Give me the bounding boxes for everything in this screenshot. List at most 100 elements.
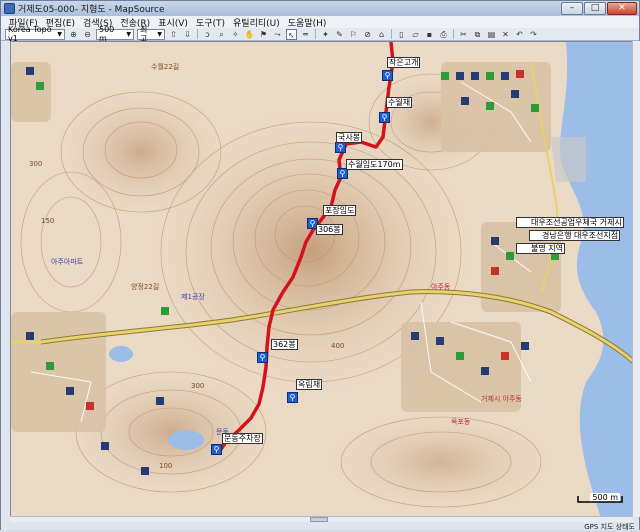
building-icon xyxy=(26,67,34,75)
route-label-pass1[interactable]: 수월재 xyxy=(386,97,413,108)
park-icon xyxy=(486,72,494,80)
center-icon[interactable]: ⌂ xyxy=(376,29,387,40)
paste-icon[interactable]: ▤ xyxy=(486,29,497,40)
building-icon xyxy=(481,367,489,375)
building-icon xyxy=(511,90,519,98)
road-label: 양정22길 xyxy=(131,283,160,291)
toolbar-separator xyxy=(197,29,198,39)
route-label-peak362[interactable]: 362봉 xyxy=(271,339,298,350)
menu-bar: 파일(F) 편집(E) 검색(S) 전송(R) 표시(V) 도구(T) 유틸리티… xyxy=(1,16,639,29)
shipyard-post-office-label[interactable]: 대우조선공업우체국 거제시 xyxy=(516,217,624,228)
hiker-icon[interactable]: ⚲ xyxy=(335,142,346,153)
route-label-start[interactable]: 작은고개 xyxy=(387,57,421,68)
close-button[interactable]: ✕ xyxy=(607,2,637,15)
menu-help[interactable]: 도움말(H) xyxy=(284,16,331,29)
copy-icon[interactable]: ⧉ xyxy=(472,29,483,40)
place-label: 아주동 xyxy=(431,283,451,291)
hill-shade xyxy=(321,407,561,516)
measure-tool-icon[interactable]: ═ xyxy=(300,29,311,40)
mapsource-window: 거제도05-000- 지형도 - MapSource – □ ✕ 파일(F) 편… xyxy=(0,0,640,531)
contour-label: 150 xyxy=(41,217,55,225)
save-file-icon[interactable]: ▪ xyxy=(424,29,435,40)
route-tool-icon[interactable]: ⤳ xyxy=(272,29,283,40)
place-label: 제1공장 xyxy=(181,293,205,301)
building-icon xyxy=(501,72,509,80)
chevron-down-icon: ▼ xyxy=(57,30,62,38)
contour-label: 300 xyxy=(29,160,43,168)
park-icon xyxy=(46,362,54,370)
hiker-icon[interactable]: ⚲ xyxy=(287,392,298,403)
building-icon xyxy=(491,237,499,245)
hiker-icon[interactable]: ⚲ xyxy=(382,70,393,81)
route-label-peak306[interactable]: 306봉 xyxy=(316,224,343,235)
route-label-point170[interactable]: 수월임도170m xyxy=(346,159,403,170)
route-icon[interactable]: ⚐ xyxy=(348,29,359,40)
mapsource-app-icon xyxy=(4,3,15,14)
hill-shade xyxy=(51,82,231,222)
hiker-icon[interactable]: ⚲ xyxy=(257,352,268,363)
route-label-end[interactable]: 문동주차장 xyxy=(222,433,263,444)
select-tool-icon[interactable]: ✧ xyxy=(230,29,241,40)
window-controls: – □ ✕ xyxy=(561,2,637,15)
redo-icon[interactable]: ↷ xyxy=(528,29,539,40)
zoom-in-icon[interactable]: ⊕ xyxy=(68,29,79,40)
send-to-device-icon[interactable]: ⇧ xyxy=(168,29,179,40)
chevron-down-icon: ▼ xyxy=(157,30,162,38)
cut-icon[interactable]: ✂ xyxy=(458,29,469,40)
waypoint-tool-icon[interactable]: ⚑ xyxy=(258,29,269,40)
status-bar: GPS 지도 상태도 xyxy=(1,522,639,531)
track-icon[interactable]: ✎ xyxy=(334,29,345,40)
title-bar[interactable]: 거제도05-000- 지형도 - MapSource – □ ✕ xyxy=(1,1,639,16)
delete-icon[interactable]: ✕ xyxy=(500,29,511,40)
building-icon xyxy=(66,387,74,395)
place-label: 옥포동 xyxy=(451,418,471,426)
window-title: 거제도05-000- 지형도 - MapSource xyxy=(18,5,165,15)
contour-label: 100 xyxy=(159,462,173,470)
detail-level-select[interactable]: 최고 ▼ xyxy=(137,25,165,43)
minimize-button[interactable]: – xyxy=(561,2,583,15)
contour-label: 400 xyxy=(331,342,345,350)
open-file-icon[interactable]: ▱ xyxy=(410,29,421,40)
building-icon xyxy=(436,337,444,345)
menu-utilities[interactable]: 유틸리티(U) xyxy=(229,16,284,29)
road-label: 수월22길 xyxy=(151,63,180,71)
building-icon xyxy=(456,72,464,80)
gps-status-text: GPS 지도 상태도 xyxy=(584,523,635,531)
pond xyxy=(109,346,133,362)
map-tool-icon[interactable]: ↄ xyxy=(202,29,213,40)
waypoint-icon[interactable]: ✦ xyxy=(320,29,331,40)
vertical-scrollbar[interactable] xyxy=(632,41,640,517)
find-icon[interactable]: ⊘ xyxy=(362,29,373,40)
menu-tools[interactable]: 도구(T) xyxy=(192,16,229,29)
park-icon xyxy=(506,252,514,260)
toolbar-separator xyxy=(391,29,392,39)
map-view[interactable]: 300 150 300 100 400 수월22길 양정22길 아주아파트 제1… xyxy=(10,41,633,517)
park-icon xyxy=(161,307,169,315)
route-label-pass2[interactable]: 옥림재 xyxy=(296,379,323,390)
undo-icon[interactable]: ↶ xyxy=(514,29,525,40)
bank-label[interactable]: 경남은행 대우조선지점 xyxy=(529,230,621,241)
hiker-icon[interactable]: ⚲ xyxy=(211,444,222,455)
menu-view[interactable]: 표시(V) xyxy=(154,16,192,29)
print-icon[interactable]: ⎙ xyxy=(438,29,449,40)
building-icon xyxy=(471,72,479,80)
new-file-icon[interactable]: ▯ xyxy=(396,29,407,40)
route-label-forest-road[interactable]: 포장임도 xyxy=(323,205,357,216)
shop-icon xyxy=(491,267,499,275)
building-icon xyxy=(26,332,34,340)
route-label-peak1[interactable]: 국사봉 xyxy=(336,132,363,143)
toolbar-separator xyxy=(315,29,316,39)
hiker-icon[interactable]: ⚲ xyxy=(379,112,390,123)
topographic-map[interactable] xyxy=(11,42,633,517)
map-scale-bar xyxy=(577,496,623,503)
receive-from-device-icon[interactable]: ⇩ xyxy=(182,29,193,40)
zoom-tool-icon[interactable]: ⌕ xyxy=(216,29,227,40)
cursor-tool-icon[interactable]: ↖ xyxy=(286,28,297,40)
hand-tool-icon[interactable]: ✋ xyxy=(244,29,255,40)
zoom-out-icon[interactable]: ⊖ xyxy=(82,29,93,40)
unnamed-area-label[interactable]: 불명 지역 xyxy=(516,243,565,254)
building-icon xyxy=(101,442,109,450)
zoom-scale-select[interactable]: 500 m ▼ xyxy=(96,25,134,43)
map-product-select[interactable]: Korea Topo v1 ▼ xyxy=(5,25,65,43)
maximize-button[interactable]: □ xyxy=(584,2,606,15)
